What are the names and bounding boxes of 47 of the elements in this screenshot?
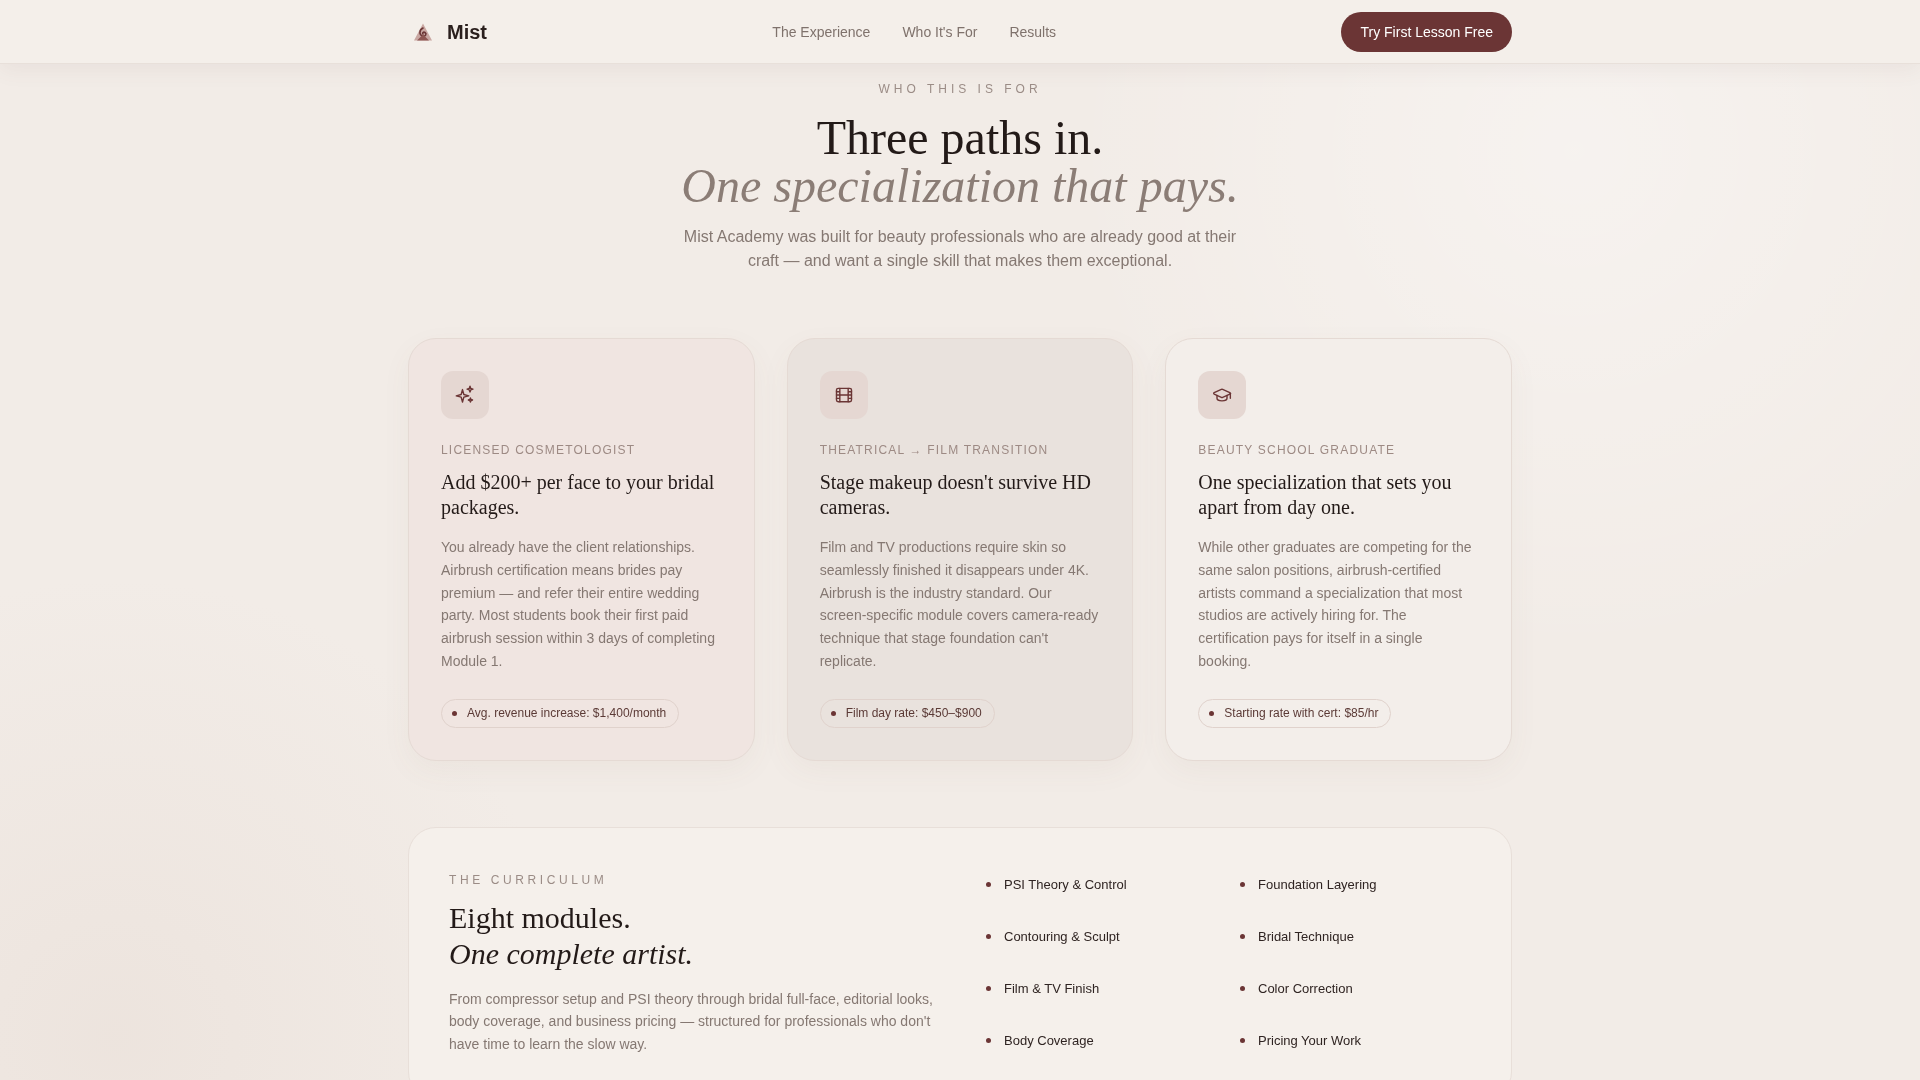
module-name: Body Coverage	[1004, 1031, 1094, 1050]
module-name: Bridal Technique	[1258, 927, 1354, 946]
card-label: THEATRICAL → FILM TRANSITION	[819, 442, 1049, 458]
module-name: Foundation Layering	[1258, 875, 1377, 894]
card-title: Add $200+ per face to your bridal packages.	[441, 470, 716, 520]
dot-icon	[986, 934, 991, 940]
section-eyebrow: THE CURRICULUM	[449, 871, 609, 888]
nav-link[interactable]: Who It's For	[902, 22, 978, 41]
dot-icon	[1240, 882, 1245, 888]
curriculum-heading-accent: One complete artist.	[449, 935, 695, 972]
card-title: One specialization that sets you apart from day one.	[1198, 470, 1453, 520]
module-name: Contouring & Sculpt	[1004, 927, 1120, 946]
dot-icon	[986, 882, 991, 888]
graduation-cap-icon	[1198, 371, 1247, 419]
dot-icon	[986, 986, 991, 992]
nav-link[interactable]: The Experience	[772, 22, 871, 41]
stat-text: Starting rate with cert: $85/hr	[1224, 705, 1379, 722]
dot-icon	[1209, 710, 1215, 716]
card-description: You already have the client relationships. Airbrush certification means brides pay premium — and refer their entire wedding party. Most students book their first paid airbrush session within 3 days of completing Module 1.	[441, 538, 716, 671]
stat-text: Avg. revenue increase: $1,400/month	[467, 705, 667, 722]
section-eyebrow: WHO THIS IS FOR	[877, 81, 1043, 97]
stat-text: Film day rate: $450–$900	[845, 705, 982, 722]
logo-icon[interactable]	[413, 21, 433, 42]
dot-icon	[830, 710, 836, 716]
dot-icon	[1240, 934, 1245, 940]
dot-icon	[452, 710, 457, 716]
nav-link[interactable]: Results	[1009, 22, 1057, 41]
card-label: BEAUTY SCHOOL GRADUATE	[1198, 442, 1396, 458]
card-description: Film and TV productions require skin so seamlessly finished it disappears under 4K. Airbrush is the industry standard. Our screen-specific module covers camera-ready technique that stage foundation can't replicate.	[819, 538, 1100, 671]
module-name: Film & TV Finish	[1004, 979, 1100, 998]
curriculum-description: From compressor setup and PSI theory through bridal full-face, editorial looks, body coverage, and business pricing — structured for professionals who don't have time to learn the slow way.	[449, 989, 934, 1054]
dot-icon	[1240, 986, 1245, 992]
section-lead: Mist Academy was built for beauty professionals who are already good at their craft — and want a single skill that makes them exceptional.	[682, 227, 1238, 271]
dot-icon	[986, 1038, 991, 1044]
brand-name[interactable]: Mist	[447, 19, 487, 44]
card-label: LICENSED COSMETOLOGIST	[441, 442, 636, 458]
section-heading: Three paths in.	[815, 114, 1105, 162]
module-name: PSI Theory & Control	[1004, 875, 1127, 894]
sparkles-icon	[441, 371, 489, 419]
film-strip-icon	[819, 371, 868, 419]
try-lesson-button[interactable]: Try First Lesson Free	[1341, 11, 1512, 52]
card-description: While other graduates are competing for the same salon positions, airbrush-certified artists command a specialization that most studios are actively hiring for. The certification pays for itself in a single booking.	[1198, 538, 1473, 671]
curriculum-heading: Eight modules.	[449, 899, 632, 936]
dot-icon	[1240, 1038, 1245, 1044]
module-name: Pricing Your Work	[1258, 1031, 1362, 1050]
card-title: Stage makeup doesn't survive HD cameras.	[819, 470, 1092, 520]
module-name: Color Correction	[1258, 979, 1353, 998]
